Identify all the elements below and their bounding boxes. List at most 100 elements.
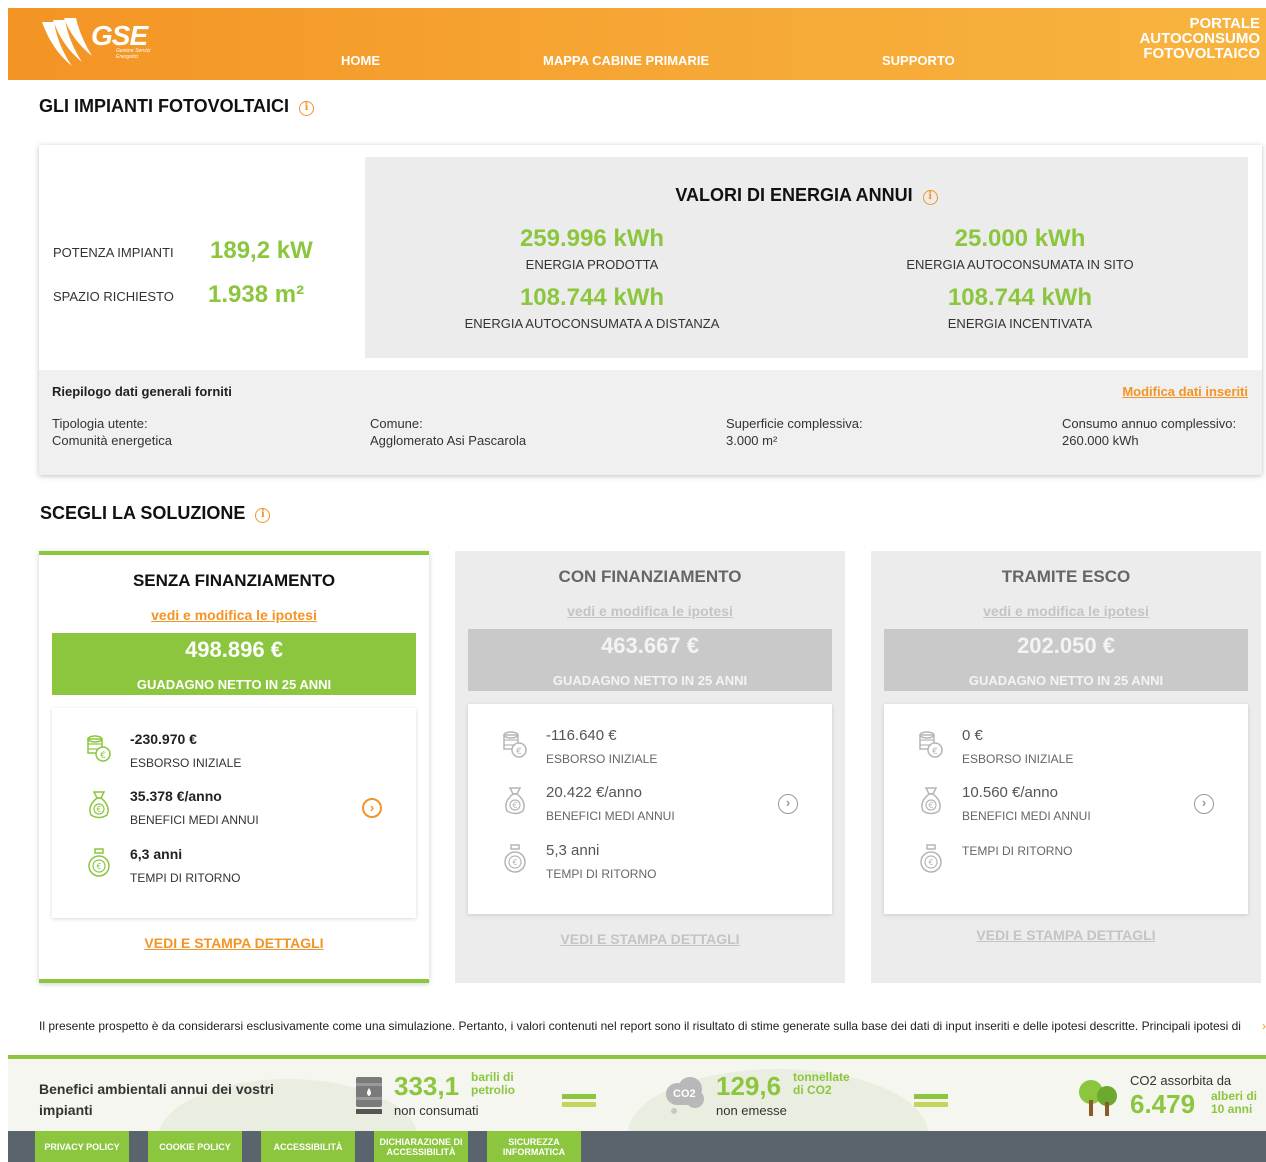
riepilogo-field-value: Agglomerato Asi Pascarola	[370, 433, 527, 448]
svg-text:€: €	[100, 751, 106, 761]
guadagno-netto-label: GUADAGNO NETTO IN 25 ANNI	[968, 673, 1164, 688]
solution-details-box: €0 € ESBORSO INIZIALE €10.560 €/anno BENEFI…	[884, 704, 1248, 914]
oil-barrel-icon	[356, 1077, 382, 1114]
nav-mappa-cabine-primarie[interactable]: MAPPA CABINE PRIMARIE	[543, 53, 709, 68]
cash-stack-icon: €	[502, 729, 528, 759]
vedi-modifica-ipotesi-link[interactable]: vedi e modifica le ipotesi	[39, 607, 429, 623]
trees-icon	[1079, 1080, 1117, 1116]
footer-cookie-policy[interactable]: COOKIE POLICY	[148, 1131, 242, 1162]
metric-value: 5,3 anni	[546, 842, 600, 859]
co2-value: 129,6	[716, 1071, 782, 1101]
info-icon[interactable]: i	[922, 190, 938, 205]
metric-label: TEMPI DI RITORNO	[546, 867, 657, 881]
alberi-head: CO2 assorbita da	[1130, 1073, 1232, 1088]
stopwatch-icon: €	[86, 848, 112, 878]
petrolio-sub: non consumati	[394, 1103, 479, 1118]
guadagno-netto-box: 202.050 € GUADAGNO NETTO IN 25 ANNI	[884, 629, 1248, 691]
portal-title-line: FOTOVOLTAICO	[1143, 45, 1260, 62]
co2-icon-label: CO2	[673, 1088, 696, 1100]
equals-icon	[562, 1094, 596, 1108]
disclaimer-more-icon[interactable]: ›	[1262, 1019, 1266, 1033]
footer-sicurezza-informatica[interactable]: SICUREZZA INFORMATICA	[487, 1131, 581, 1162]
energy-panel-title: VALORI DI ENERGIA ANNUI i	[365, 185, 1248, 206]
money-bag-icon: €	[86, 790, 112, 820]
energy-title-text: VALORI DI ENERGIA ANNUI	[675, 185, 913, 205]
impianti-section-title: GLI IMPIANTI FOTOVOLTAICI i	[39, 96, 314, 117]
stopwatch-icon: €	[918, 844, 944, 874]
cash-stack-icon: €	[918, 729, 944, 759]
soluzione-title-text: SCEGLI LA SOLUZIONE	[40, 503, 246, 523]
portal-title: PORTALE AUTOCONSUMO FOTOVOLTAICO	[1139, 16, 1260, 61]
potenza-value: 189,2 kW	[210, 237, 313, 264]
info-icon[interactable]: i	[299, 101, 314, 116]
guadagno-netto-value: 498.896 €	[185, 637, 283, 662]
riepilogo-field-label: Consumo annuo complessivo:	[1062, 416, 1237, 431]
riepilogo-consumo: Consumo annuo complessivo: 260.000 kWh	[1062, 415, 1236, 449]
spazio-value: 1.938 m²	[208, 281, 305, 308]
footer-bar: PRIVACY POLICY COOKIE POLICY ACCESSIBILI…	[8, 1131, 1266, 1162]
disclaimer-text: Il presente prospetto è da considerarsi …	[39, 1019, 1241, 1033]
co2-unit: tonnellate di CO2	[793, 1070, 850, 1097]
info-icon[interactable]: i	[255, 508, 271, 523]
svg-text:€: €	[928, 858, 933, 867]
metric-label: BENEFICI MEDI ANNUI	[962, 809, 1091, 823]
chevron-right-icon[interactable]: ›	[1194, 794, 1214, 814]
riepilogo-tipologia: Tipologia utente: Comunità energetica	[52, 415, 172, 449]
guadagno-netto-box: 463.667 € GUADAGNO NETTO IN 25 ANNI	[468, 629, 832, 691]
modifica-dati-link[interactable]: Modifica dati inseriti	[1122, 384, 1248, 399]
energia-incentivata-label: ENERGIA INCENTIVATA	[947, 316, 1093, 331]
riepilogo-panel: Riepilogo dati generali forniti Modifica…	[39, 370, 1262, 475]
portal-title-line: PORTALE	[1189, 15, 1260, 32]
vedi-stampa-dettagli-link[interactable]: VEDI E STAMPA DETTAGLI	[871, 927, 1261, 943]
impianti-title-text: GLI IMPIANTI FOTOVOLTAICI	[39, 96, 289, 116]
vedi-stampa-dettagli-link[interactable]: VEDI E STAMPA DETTAGLI	[455, 931, 845, 947]
nav-supporto[interactable]: SUPPORTO	[882, 53, 955, 68]
riepilogo-field-value: Comunità energetica	[52, 433, 172, 448]
benefici-ambientali-bar: Benefici ambientali annui dei vostri imp…	[8, 1055, 1266, 1131]
cash-stack-icon: €	[86, 733, 112, 763]
guadagno-netto-value: 463.667 €	[601, 633, 699, 658]
metric-label: TEMPI DI RITORNO	[962, 844, 1073, 858]
riepilogo-field-value: 3.000 m²	[726, 433, 778, 448]
energia-autoconsumata-distanza-value: 108.744 kWh	[519, 284, 665, 311]
energia-autoconsumata-sito-label: ENERGIA AUTOCONSUMATA IN SITO	[906, 257, 1134, 272]
alberi-unit: alberi di 10 anni	[1211, 1089, 1258, 1116]
solution-card-senza-finanziamento[interactable]: SENZA FINANZIAMENTO vedi e modifica le ip…	[39, 551, 429, 983]
svg-text:€: €	[96, 805, 101, 814]
riepilogo-title: Riepilogo dati generali forniti	[52, 384, 232, 399]
nav-home[interactable]: HOME	[341, 53, 380, 68]
riepilogo-superficie: Superficie complessiva: 3.000 m²	[726, 415, 863, 449]
gse-logo[interactable]: GSE Gestore Servizi Energetici	[38, 16, 150, 76]
solution-card-tramite-esco[interactable]: TRAMITE ESCO vedi e modifica le ipotesi 20…	[871, 551, 1261, 983]
vedi-stampa-dettagli-link[interactable]: VEDI E STAMPA DETTAGLI	[39, 935, 429, 951]
chevron-right-icon[interactable]: ›	[362, 798, 382, 818]
metric-label: TEMPI DI RITORNO	[130, 871, 241, 885]
energia-autoconsumata-distanza-label: ENERGIA AUTOCONSUMATA A DISTANZA	[464, 316, 720, 331]
footer-dichiarazione-accessibilita[interactable]: DICHIARAZIONE DI ACCESSIBILITÀ	[374, 1131, 468, 1162]
money-bag-icon: €	[502, 786, 528, 816]
summary-top: POTENZA IMPIANTI 189,2 kW SPAZIO RICHIES…	[39, 145, 1262, 370]
solution-card-con-finanziamento[interactable]: CON FINANZIAMENTO vedi e modifica le ipot…	[455, 551, 845, 983]
money-bag-icon: €	[918, 786, 944, 816]
guadagno-netto-box: 498.896 € GUADAGNO NETTO IN 25 ANNI	[52, 633, 416, 695]
metric-value: -116.640 €	[546, 727, 617, 744]
metric-label: BENEFICI MEDI ANNUI	[130, 813, 259, 827]
solution-title: CON FINANZIAMENTO	[558, 567, 742, 586]
svg-text:€: €	[512, 858, 517, 867]
chevron-right-icon[interactable]: ›	[778, 794, 798, 814]
energia-prodotta-value: 259.996 kWh	[519, 225, 665, 252]
vedi-modifica-ipotesi-link[interactable]: vedi e modifica le ipotesi	[871, 603, 1261, 619]
portal-title-line: AUTOCONSUMO	[1139, 30, 1260, 47]
footer-privacy-policy[interactable]: PRIVACY POLICY	[35, 1131, 129, 1162]
svg-text:€: €	[516, 747, 522, 757]
equals-icon	[914, 1094, 948, 1108]
riepilogo-comune: Comune: Agglomerato Asi Pascarola	[370, 415, 526, 449]
footer-accessibilita[interactable]: ACCESSIBILITÀ	[261, 1131, 355, 1162]
benefici-title: Benefici ambientali annui dei vostri imp…	[39, 1081, 274, 1118]
co2-sub: non emesse	[716, 1103, 787, 1118]
vedi-modifica-ipotesi-link[interactable]: vedi e modifica le ipotesi	[455, 603, 845, 619]
stopwatch-icon: €	[502, 844, 528, 874]
solution-title: TRAMITE ESCO	[1001, 567, 1131, 586]
guadagno-netto-label: GUADAGNO NETTO IN 25 ANNI	[136, 677, 332, 692]
impianti-summary-card: POTENZA IMPIANTI 189,2 kW SPAZIO RICHIES…	[39, 145, 1262, 475]
